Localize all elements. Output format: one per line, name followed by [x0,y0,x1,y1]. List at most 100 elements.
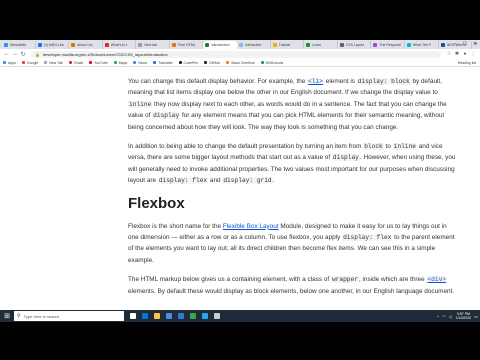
menu-icon[interactable]: ⋮ [469,51,477,57]
bookmark-item[interactable]: YouTube [88,60,108,65]
profile-icon[interactable]: ● [461,51,469,57]
flexible-box-layout-link[interactable]: Flexible Box Layout [223,223,279,230]
article-content: You can change this default display beha… [128,76,458,305]
minimize-icon[interactable]: – [450,40,460,49]
bookmark-item[interactable]: Google [21,61,38,65]
close-icon[interactable]: ✕ [470,40,480,49]
volume-icon[interactable]: ◁ [449,314,452,319]
bookmark-item[interactable]: Translate [153,61,173,65]
system-tray: ^ ◠ ◁ 9:57 PM 1/13/2022 ▭ [434,310,478,322]
favicon-icon [306,43,311,47]
browser-toolbar: ← → ↻ 🔒 developer.mozilla.org/en-US/docs… [0,49,480,59]
browser-tab[interactable]: About Us | [69,41,103,49]
bookmark-item[interactable]: W3Schools [260,60,284,65]
window-controls: – ☐ ✕ [450,40,480,49]
bookmark-icon [44,61,48,64]
inline-code: inline [128,100,153,108]
bookmark-item[interactable]: Gmail [68,61,83,65]
bookmark-icon [153,61,157,64]
windows-start-icon[interactable]: ⊞ [0,310,14,322]
browser-tab[interactable]: (4) MDN Lea [36,41,70,49]
terminal-taskbar-button[interactable] [212,311,222,321]
video-frame: Newsletter (4) MDN Lea About Us | What's i… [0,0,480,360]
file-explorer-taskbar-button[interactable] [152,311,162,321]
browser-tab[interactable]: New tab [136,41,170,49]
search-icon: ⚲ [17,313,21,319]
maximize-icon[interactable]: ☐ [460,40,470,49]
favicon-icon [4,43,8,47]
bookmarks-bar: Apps Google New Tab Gmail YouTube Maps News Tra… [0,59,480,67]
extensions-icon[interactable]: ✱ [453,51,461,57]
chrome-icon [190,313,196,319]
tab-label: Learn [312,43,322,47]
bookmark-item[interactable]: Apps [3,61,16,65]
bookmark-item[interactable]: Stack Overflow [226,61,255,65]
browser-tab[interactable]: Learn [304,41,338,49]
paragraph-flexbox-intro: Flexbox is the short name for the Flexib… [128,222,455,264]
paragraph-layout-methods: In addition to being able to change the … [128,143,456,185]
favicon-icon [37,43,42,47]
tab-label: The Responsi [379,43,401,47]
task-view-icon [130,313,136,319]
bookmark-label: W3Schools [265,60,284,65]
task-view-taskbar-button[interactable] [128,311,138,321]
lock-icon: 🔒 [35,51,40,57]
favicon-icon [272,43,277,47]
bookmark-icon [204,61,208,64]
inline-code: display: flex [342,234,393,242]
tab-label: What's in t [110,43,127,47]
browser-tab[interactable]: Free HTML [170,41,204,49]
taskbar-clock[interactable]: 9:57 PM 1/13/2022 [456,312,472,320]
tab-label: About Us | [77,43,94,47]
chrome-taskbar-button[interactable] [188,311,198,321]
browser-tab[interactable]: The Responsi [371,41,405,49]
li-element-link[interactable]: <li> [307,78,325,85]
address-bar[interactable]: 🔒 developer.mozilla.org/en-US/docs/Learn… [31,50,441,58]
vscode-taskbar-button[interactable] [200,311,210,321]
browser-tab[interactable]: Interactive [237,41,271,49]
browser-tab[interactable]: Tutorial [271,41,305,49]
div-element-link[interactable]: <div> [426,276,448,284]
inline-code: display [331,154,360,162]
reading-list[interactable]: Reading list [458,61,476,65]
bookmark-item[interactable]: News [133,61,147,65]
star-icon[interactable]: ☆ [445,51,453,57]
bookmark-item[interactable]: Maps [113,61,127,65]
favicon-icon [440,43,445,47]
bookmark-item[interactable]: New Tab [44,61,63,65]
network-icon[interactable]: ◠ [442,314,446,319]
favicon-icon [406,43,411,47]
forward-icon[interactable]: → [11,51,19,57]
browser-tab[interactable]: What's in t [103,41,137,49]
bookmark-icon [178,61,182,64]
back-icon[interactable]: ← [3,51,11,57]
bookmark-item[interactable]: CodePen [178,61,198,65]
bookmark-item[interactable]: GitHub [204,61,220,65]
inline-code: display: block [356,78,411,85]
browser-tab[interactable]: Introduction [203,41,238,49]
edge-taskbar-button[interactable] [140,311,150,321]
favicon-icon [104,43,109,47]
bookmark-icon [88,61,92,64]
notification-icon[interactable]: ▭ [474,314,478,319]
favicon-icon [373,43,378,47]
favicon-icon [339,43,344,47]
reload-icon[interactable]: ↻ [19,51,27,58]
section-heading: Flexbox [128,194,185,212]
tab-label: (4) MDN Lea [43,43,64,47]
taskbar-search-box[interactable]: ⚲ Type here to search [14,311,124,321]
browser-tab[interactable]: CSS Layout [338,41,372,49]
inline-code: display: grid [222,177,273,185]
browser-tab[interactable]: What The F [405,41,439,49]
bookmark-icon [113,61,117,64]
mail-taskbar-button[interactable] [176,311,186,321]
browser-tab[interactable]: Newsletter [2,41,36,49]
bookmark-label: News [138,60,148,65]
bookmark-icon [68,61,72,64]
bookmark-label: YouTube [93,60,108,65]
inline-code: inline [392,143,417,151]
tab-label: Interactive [245,43,262,47]
store-taskbar-button[interactable] [164,311,174,321]
bookmark-icon [133,61,137,64]
chevron-up-icon[interactable]: ^ [437,314,439,319]
